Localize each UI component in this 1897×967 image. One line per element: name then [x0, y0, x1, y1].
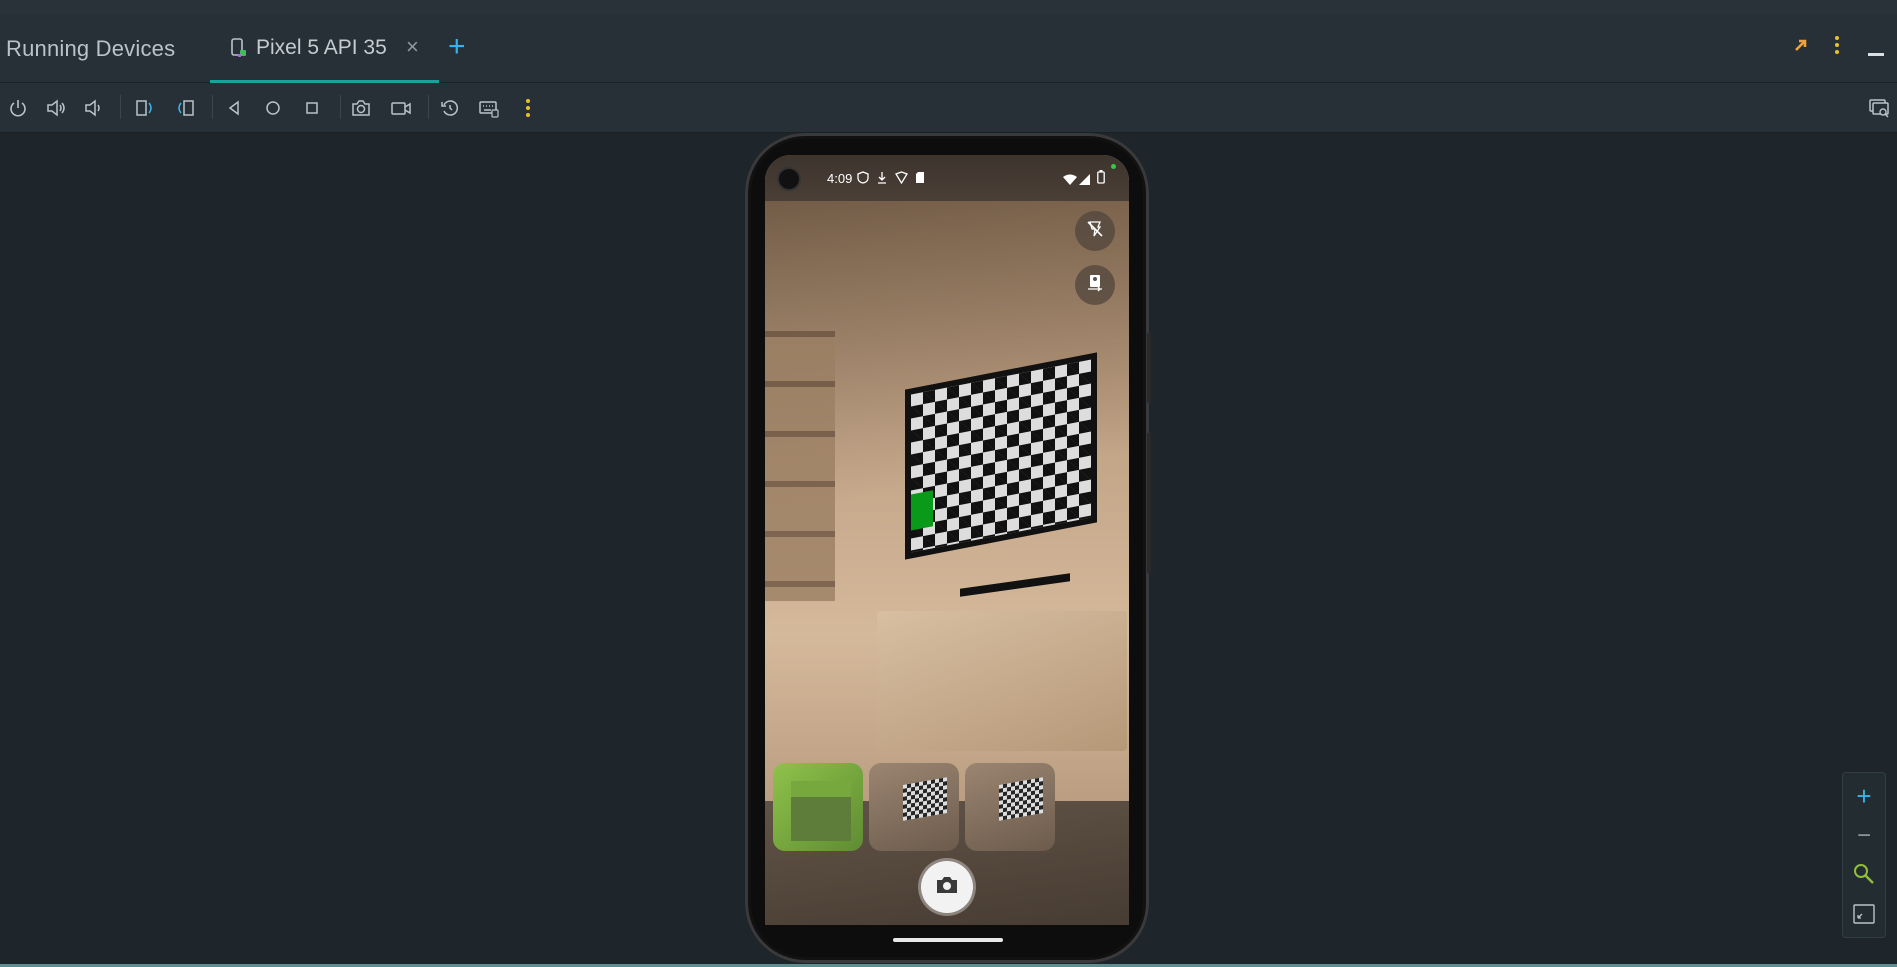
screenshot-icon[interactable] — [348, 95, 374, 121]
window-top-strip — [0, 0, 1897, 15]
home-icon[interactable] — [260, 95, 286, 121]
device-toolbar — [0, 83, 1897, 133]
tv-scene-thumbnail[interactable] — [869, 763, 959, 851]
screen-record-icon[interactable] — [388, 95, 414, 121]
checkerboard-tv-scene — [905, 352, 1097, 560]
toolbar-separator — [212, 95, 213, 119]
android-robot-thumbnail[interactable] — [773, 763, 863, 851]
switch-camera-icon — [1085, 273, 1105, 298]
toolbar-separator — [340, 95, 341, 119]
zoom-actual-icon[interactable] — [1851, 861, 1877, 887]
zoom-controls: + − — [1842, 772, 1886, 938]
tab-label: Pixel 5 API 35 — [256, 36, 387, 59]
keyboard-icon[interactable] — [476, 95, 502, 121]
zoom-fit-icon[interactable] — [1851, 901, 1877, 927]
shutter-button[interactable] — [921, 861, 973, 913]
gesture-handle[interactable] — [893, 938, 1003, 942]
device-frame: 4:09 — [745, 133, 1151, 963]
flash-off-icon — [1085, 219, 1105, 244]
sd-card-icon — [915, 171, 925, 189]
snapshot-restore-icon[interactable] — [437, 95, 463, 121]
zoom-in-icon[interactable]: + — [1851, 781, 1877, 811]
minimize-icon[interactable] — [1868, 44, 1886, 62]
tab-close-button[interactable]: × — [406, 34, 419, 60]
shield-check-icon — [895, 171, 908, 189]
overview-icon[interactable] — [299, 95, 325, 121]
more-vertical-icon[interactable] — [1831, 34, 1843, 61]
external-arrow-icon[interactable] — [1792, 36, 1810, 59]
zoom-out-icon[interactable]: − — [1851, 822, 1877, 849]
panel-title: Running Devices — [6, 36, 176, 61]
device-search-icon[interactable] — [1866, 95, 1892, 121]
tv-stand-scene — [960, 573, 1070, 597]
tv-cabinet-scene — [877, 611, 1127, 751]
tab-device[interactable]: Pixel 5 API 35 × — [210, 14, 439, 83]
status-time: 4:09 — [827, 171, 853, 186]
rotate-left-icon[interactable] — [132, 95, 158, 121]
rotate-right-icon[interactable] — [172, 95, 198, 121]
volume-up-icon[interactable] — [43, 95, 69, 121]
tool-window-header: Running Devices Pixel 5 API 35 × + — [0, 14, 1897, 83]
device-mirror-icon — [230, 38, 248, 60]
download-icon — [877, 171, 887, 189]
volume-down-icon[interactable] — [80, 95, 106, 121]
bookshelf-scene — [765, 331, 835, 601]
toolbar-separator — [428, 95, 429, 119]
signal-icon — [1079, 172, 1090, 190]
device-screen[interactable]: 4:09 — [765, 155, 1129, 925]
back-icon[interactable] — [221, 95, 247, 121]
battery-icon — [1097, 170, 1105, 189]
toolbar-separator — [120, 95, 121, 119]
volume-side-button — [1147, 433, 1151, 573]
power-side-button — [1147, 333, 1151, 403]
tv-scene-thumbnail[interactable] — [965, 763, 1055, 851]
add-device-button[interactable]: + — [448, 30, 466, 64]
front-camera-cutout — [777, 167, 801, 191]
switch-camera-button[interactable] — [1075, 265, 1115, 305]
status-bar: 4:09 — [765, 155, 1129, 201]
power-icon[interactable] — [5, 95, 31, 121]
wifi-icon — [1063, 172, 1077, 190]
gesture-nav-area[interactable] — [765, 925, 1129, 963]
flash-off-button[interactable] — [1075, 211, 1115, 251]
vpn-shield-icon — [857, 171, 869, 189]
camera-icon — [935, 874, 959, 901]
more-vertical-icon[interactable] — [515, 95, 541, 121]
privacy-indicator-dot — [1111, 164, 1116, 169]
